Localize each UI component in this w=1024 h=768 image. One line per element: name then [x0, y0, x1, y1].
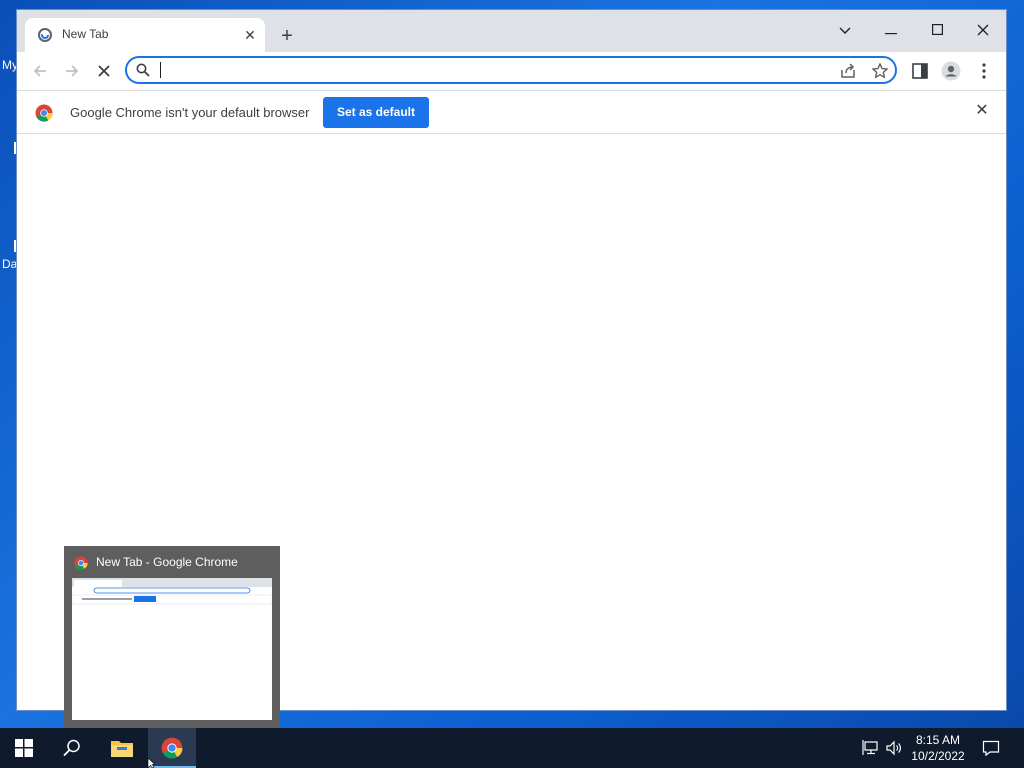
address-input[interactable] [159, 60, 803, 82]
preview-title: New Tab - Google Chrome [96, 555, 238, 569]
clock-date: 10/2/2022 [911, 749, 965, 763]
search-icon [136, 63, 150, 77]
network-icon[interactable] [862, 739, 880, 757]
taskbar-window-preview[interactable]: New Tab - Google Chrome [64, 546, 280, 728]
forward-button[interactable] [61, 60, 83, 82]
search-icon [63, 739, 80, 757]
tab-title: New Tab [62, 27, 109, 41]
profile-avatar-icon[interactable] [941, 61, 961, 81]
start-button[interactable] [0, 728, 48, 768]
infobar-close-icon[interactable]: ✕ [973, 102, 991, 120]
chrome-logo-icon [161, 737, 183, 759]
windows-logo-icon [15, 739, 33, 757]
browser-toolbar [17, 52, 1006, 90]
maximize-button[interactable] [921, 16, 953, 44]
chrome-logo-icon [74, 556, 88, 570]
share-icon[interactable] [839, 62, 857, 80]
desktop-icon-label-my[interactable]: My [2, 58, 18, 72]
file-explorer-button[interactable] [98, 728, 146, 768]
back-button[interactable] [29, 60, 51, 82]
address-bar[interactable] [125, 56, 897, 84]
volume-icon[interactable] [885, 739, 903, 757]
minimize-button[interactable] [875, 16, 907, 44]
more-menu-icon[interactable] [974, 61, 994, 81]
tab-search-chevron-down-icon[interactable] [829, 16, 861, 44]
preview-thumbnail[interactable] [72, 578, 272, 720]
desktop-icon-label-da[interactable]: Da [2, 257, 17, 271]
clock-time: 8:15 AM [915, 733, 961, 747]
notification-center-icon[interactable] [982, 739, 1000, 757]
set-as-default-button[interactable]: Set as default [323, 97, 429, 128]
search-button[interactable] [48, 728, 96, 768]
folder-icon [111, 741, 133, 757]
default-browser-infobar: Google Chrome isn't your default browser… [17, 90, 1006, 134]
text-caret [160, 62, 161, 78]
stop-loading-button[interactable] [93, 60, 115, 82]
loading-icon [38, 28, 52, 42]
mouse-pointer-icon [147, 758, 156, 768]
side-panel-icon[interactable] [910, 61, 930, 81]
preview-thumbnail-image [72, 578, 272, 605]
chrome-logo-icon [35, 104, 53, 122]
system-clock[interactable]: 8:15 AM 10/2/2022 [906, 732, 970, 764]
title-bar[interactable]: New Tab ✕ + [17, 10, 1006, 52]
infobar-message: Google Chrome isn't your default browser [70, 105, 310, 120]
tab-close-icon[interactable]: ✕ [241, 26, 259, 44]
tab-new-tab[interactable]: New Tab ✕ [25, 18, 265, 52]
close-window-button[interactable] [967, 16, 999, 44]
bookmark-star-icon[interactable] [871, 62, 889, 80]
new-tab-button[interactable]: + [276, 26, 298, 48]
